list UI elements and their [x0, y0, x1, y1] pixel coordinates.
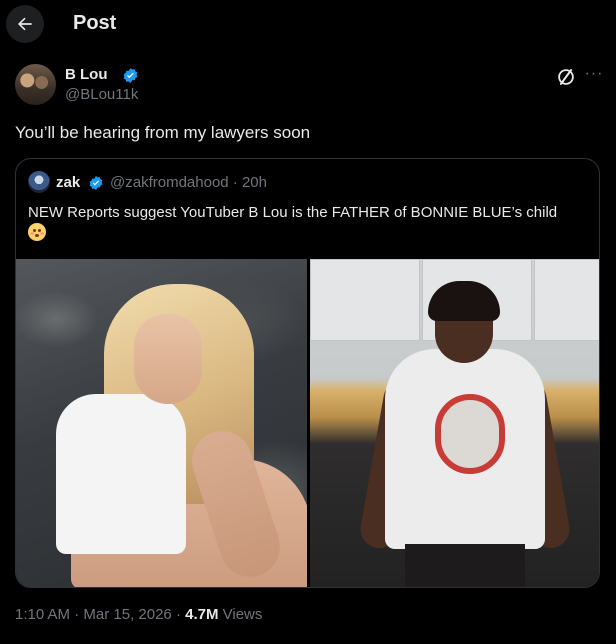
- author-avatar[interactable]: [15, 64, 56, 105]
- views-label: Views: [218, 606, 263, 623]
- quoted-post-text: NEW Reports suggest YouTuber B Lou is th…: [28, 204, 558, 221]
- verified-badge-icon: [123, 68, 138, 83]
- top-bar: Post: [0, 0, 616, 50]
- quoted-author-meta: @zakfromdahood · 20h: [110, 174, 267, 191]
- author-handle[interactable]: @BLou11k: [65, 86, 138, 103]
- arrow-left-icon: [18, 17, 32, 31]
- post-meta: 1:10 AM · Mar 15, 2026 · 4.7M Views: [15, 606, 263, 623]
- quoted-author-avatar[interactable]: [28, 171, 50, 193]
- page-title: Post: [73, 12, 117, 34]
- quoted-post[interactable]: zak @zakfromdahood · 20h NEW Reports sug…: [15, 158, 600, 588]
- post-text: You’ll be hearing from my lawyers soon: [15, 123, 311, 142]
- flushed-face-emoji: [28, 223, 46, 241]
- quoted-post-time: · 20h: [232, 174, 267, 191]
- media-photo-1[interactable]: [16, 259, 307, 587]
- post-time[interactable]: 1:10 AM: [15, 606, 70, 623]
- back-button[interactable]: [6, 5, 44, 43]
- more-icon[interactable]: ···: [583, 66, 605, 88]
- author-name[interactable]: B Lou: [65, 66, 108, 83]
- views-count: 4.7M: [185, 606, 219, 623]
- verified-badge-icon: [89, 176, 103, 190]
- quoted-media-grid: [16, 259, 599, 587]
- grok-icon[interactable]: [555, 66, 577, 88]
- media-photo-2[interactable]: [310, 259, 599, 587]
- quoted-author-handle[interactable]: @zakfromdahood: [110, 174, 229, 191]
- post-date[interactable]: Mar 15, 2026: [83, 606, 171, 623]
- quoted-author-name[interactable]: zak: [56, 174, 80, 191]
- post-author: B Lou @BLou11k ···: [15, 64, 605, 108]
